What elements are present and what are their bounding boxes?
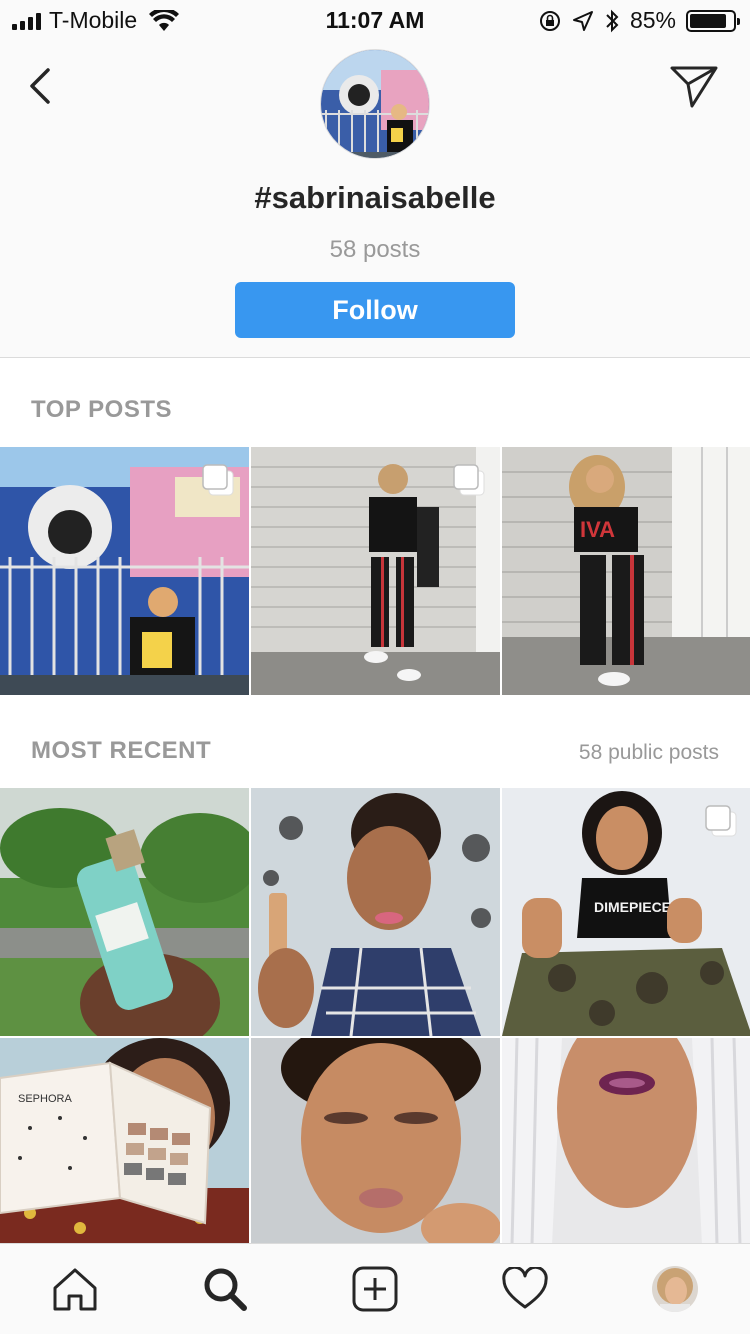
profile-avatar (652, 1266, 698, 1312)
top-posts-grid: IVA (0, 447, 750, 695)
new-post-icon (352, 1266, 398, 1312)
svg-text:IVA: IVA (580, 517, 615, 542)
svg-text:SEPHORA: SEPHORA (18, 1093, 72, 1105)
multiple-photos-icon (453, 464, 485, 496)
top-post-tile[interactable] (0, 447, 249, 695)
activity-heart-icon (502, 1267, 548, 1309)
recent-post-tile[interactable]: DIMEPIECE (502, 788, 750, 1036)
post-image (251, 1038, 500, 1245)
recent-post-tile[interactable] (251, 788, 500, 1036)
recent-post-tile[interactable] (251, 1038, 500, 1245)
recent-post-tile[interactable] (0, 788, 249, 1036)
location-icon (572, 10, 593, 31)
battery-icon (686, 9, 740, 32)
post-image: SEPHORA (0, 1038, 249, 1245)
paper-plane-icon[interactable] (668, 62, 720, 110)
recent-post-tile[interactable]: SEPHORA (0, 1038, 249, 1245)
tab-home[interactable] (35, 1249, 115, 1329)
post-image: IVA (502, 447, 750, 695)
tab-new-post[interactable] (335, 1249, 415, 1329)
chevron-left-icon[interactable] (22, 64, 62, 108)
svg-text:DIMEPIECE: DIMEPIECE (594, 899, 671, 915)
hashtag-avatar (320, 49, 430, 159)
top-post-tile[interactable]: IVA (502, 447, 750, 695)
multiple-photos-icon (202, 464, 234, 496)
battery-fill (690, 13, 726, 28)
status-bar: T-Mobile 11:07 AM 85% (0, 0, 750, 40)
top-posts-label: TOP POSTS (31, 396, 172, 423)
tab-profile[interactable] (635, 1249, 715, 1329)
tab-bar (0, 1243, 750, 1334)
post-image (502, 1038, 750, 1245)
public-posts-count: 58 public posts (578, 741, 719, 764)
post-image (251, 788, 500, 1036)
top-post-tile[interactable] (251, 447, 500, 695)
hashtag-header: #sabrinaisabelle 58 posts Follow (0, 40, 750, 358)
recent-post-tile[interactable] (502, 1038, 750, 1245)
post-image (0, 788, 249, 1036)
follow-button[interactable]: Follow (235, 282, 515, 338)
post-count: 58 posts (329, 236, 421, 263)
hashtag-title: #sabrinaisabelle (254, 180, 496, 215)
home-icon (53, 1268, 97, 1311)
tab-activity[interactable] (485, 1249, 565, 1329)
multiple-photos-icon (705, 805, 737, 837)
bluetooth-icon (606, 9, 619, 32)
status-right: 85% (538, 7, 740, 34)
battery-percent: 85% (629, 7, 676, 33)
search-icon (204, 1268, 247, 1311)
most-recent-label: MOST RECENT (31, 737, 212, 764)
most-recent-grid: DIMEPIECE SEPHORA (0, 788, 750, 1245)
tab-search[interactable] (185, 1249, 265, 1329)
orientation-lock-icon (539, 10, 560, 31)
